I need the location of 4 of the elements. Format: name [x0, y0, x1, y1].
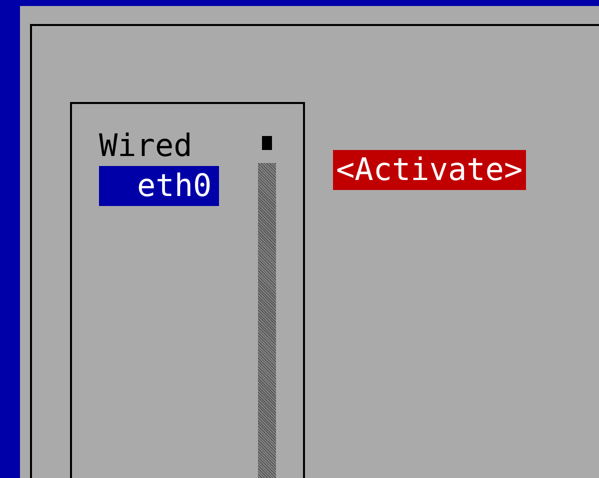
group-heading: Wired [99, 127, 194, 166]
scroll-thumb[interactable] [262, 136, 272, 150]
connection-item[interactable]: eth0 [99, 166, 219, 206]
activate-button[interactable]: <Activate> [333, 150, 526, 190]
